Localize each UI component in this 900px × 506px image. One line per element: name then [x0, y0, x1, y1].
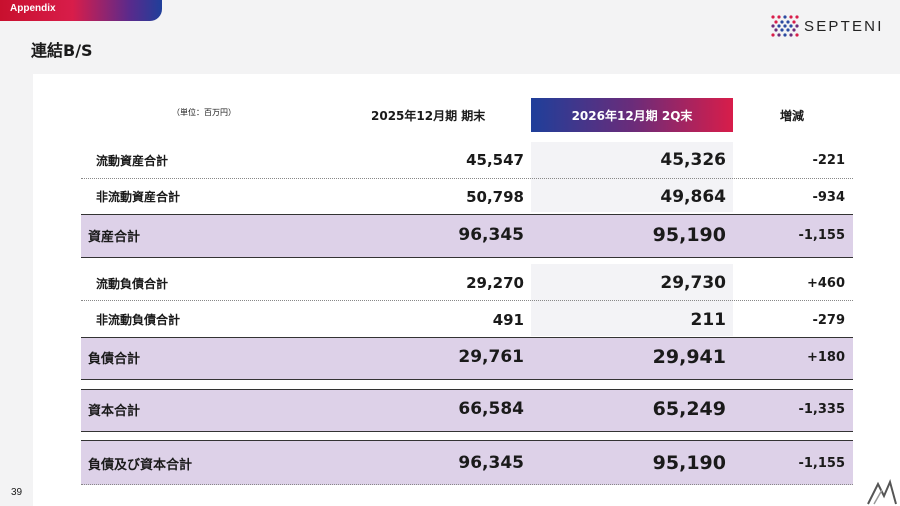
- row-label: 負債合計: [88, 352, 141, 367]
- row-label: 非流動負債合計: [96, 313, 181, 327]
- value-diff: -1,155: [798, 228, 845, 243]
- row-label: 資本合計: [88, 404, 141, 419]
- value-current: 29,730: [660, 273, 726, 293]
- page-number: 39: [11, 487, 23, 498]
- row-separator: [81, 300, 853, 301]
- row-label: 流動負債合計: [96, 277, 169, 291]
- value-diff: -279: [812, 313, 845, 328]
- value-prev: 50,798: [466, 188, 524, 206]
- logo-text: SEPTENI: [804, 17, 884, 35]
- row-label: 資産合計: [88, 230, 141, 245]
- value-diff: +460: [806, 276, 845, 291]
- value-diff: -221: [812, 153, 845, 168]
- value-diff: -934: [812, 190, 845, 205]
- column-header-prev: 2025年12月期 期末: [371, 109, 486, 123]
- row-label: 非流動資産合計: [96, 190, 181, 204]
- column-header-diff: 増減: [780, 109, 805, 123]
- value-diff: +180: [806, 350, 845, 365]
- value-prev: 45,547: [466, 151, 524, 169]
- value-current: 211: [690, 310, 727, 330]
- unit-label: （単位：百万円）: [172, 108, 236, 117]
- value-current: 45,326: [660, 150, 726, 170]
- appendix-tag: Appendix: [0, 0, 162, 21]
- value-current: 65,249: [652, 398, 726, 420]
- row-label: 負債及び資本合計: [88, 458, 193, 473]
- row-separator: [81, 178, 853, 179]
- value-prev: 29,270: [466, 274, 524, 292]
- value-prev: 96,345: [458, 453, 524, 473]
- column-header-current: 2026年12月期 2Q末: [531, 98, 733, 132]
- value-current: 29,941: [652, 346, 726, 368]
- row-separator: [81, 484, 853, 485]
- value-prev: 96,345: [458, 225, 524, 245]
- septeni-logo: SEPTENI: [770, 14, 884, 38]
- value-diff: -1,335: [798, 402, 845, 417]
- value-diff: -1,155: [798, 456, 845, 471]
- logo-dots-icon: [771, 15, 799, 37]
- value-prev: 66,584: [458, 399, 524, 419]
- value-prev: 29,761: [458, 347, 524, 367]
- page-title: 連結B/S: [31, 41, 93, 60]
- row-label: 流動資産合計: [96, 154, 169, 168]
- appendix-label: Appendix: [10, 3, 56, 14]
- value-current: 95,190: [652, 224, 726, 246]
- watermark-logo-icon: [867, 478, 897, 505]
- value-current: 49,864: [660, 187, 726, 207]
- value-prev: 491: [492, 311, 524, 329]
- value-current: 95,190: [652, 452, 726, 474]
